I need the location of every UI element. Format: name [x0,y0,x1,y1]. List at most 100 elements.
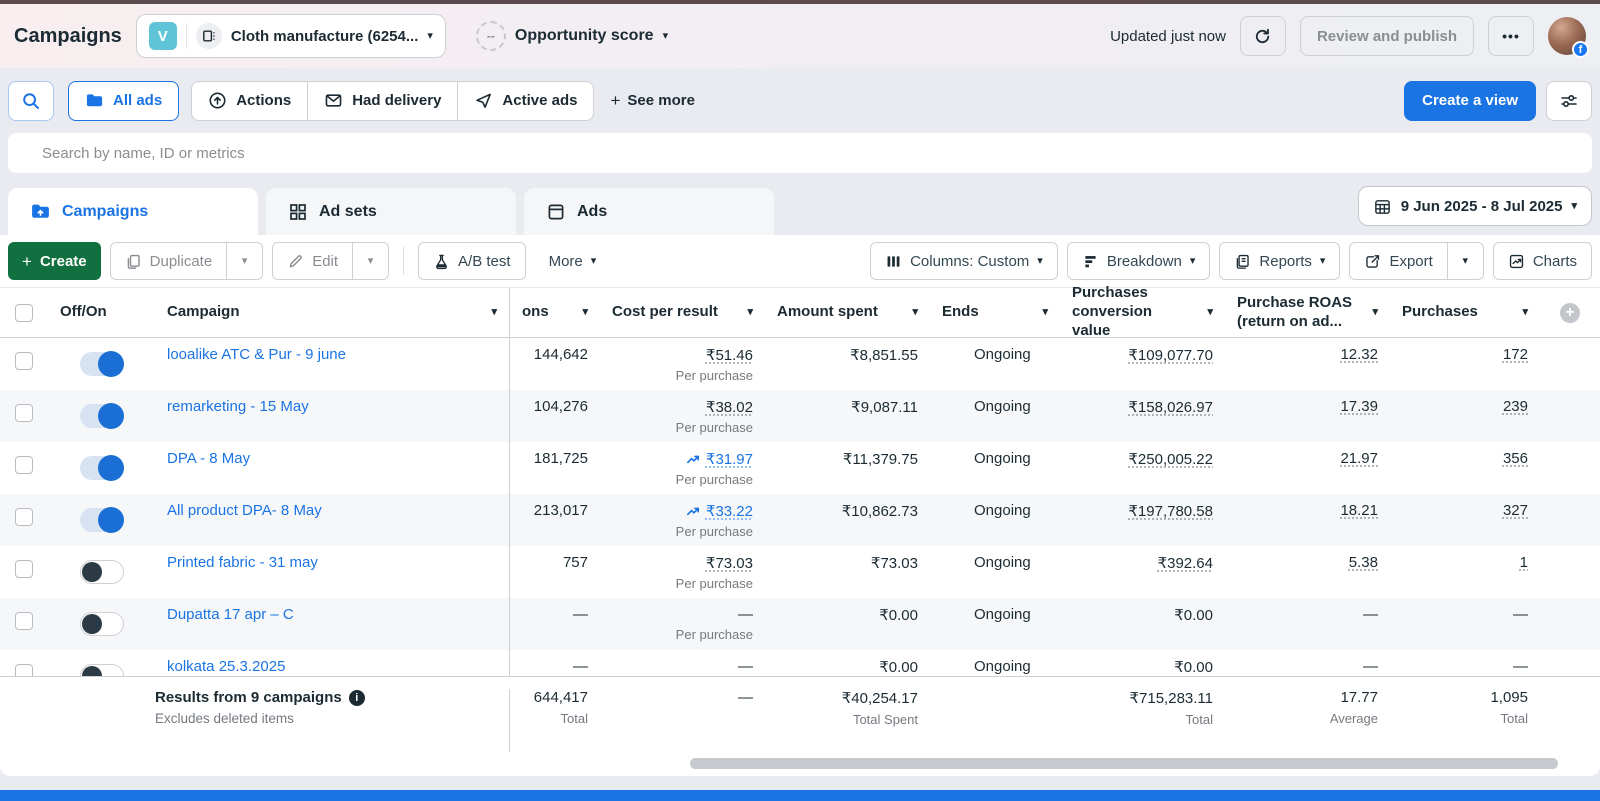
duplicate-caret-button[interactable]: ▾ [227,242,263,280]
ad-account-name: Cloth manufacture (6254... [231,28,419,45]
grid-icon [288,202,308,222]
export-caret-button[interactable]: ▾ [1448,242,1484,280]
see-more-filters[interactable]: + See more [610,92,694,109]
campaign-link[interactable]: looalike ATC & Pur - 9 june [167,346,346,363]
chevron-down-icon: ▾ [741,307,753,318]
campaign-toggle[interactable] [80,612,124,636]
edit-caret-button[interactable]: ▾ [353,242,389,280]
column-header-purchases[interactable]: Purchases ▾ [1390,288,1540,337]
table-toolbar: + Create Duplicate ▾ Edit ▾ [0,235,1600,287]
columns-icon [885,253,902,270]
campaign-link[interactable]: remarketing - 15 May [167,398,309,415]
tab-ad-sets[interactable]: Ad sets [266,188,516,235]
ad-account-selector[interactable]: V Cloth manufacture (6254... ▾ [136,14,446,58]
row-checkbox[interactable] [15,456,33,474]
paper-plane-icon [474,91,493,110]
more-button[interactable]: More ▾ [535,242,611,280]
campaign-toggle[interactable] [80,664,124,676]
reports-button[interactable]: Reports ▾ [1219,242,1340,280]
chevron-down-icon: ▾ [591,256,597,267]
campaign-toggle[interactable] [80,560,124,584]
row-checkbox[interactable] [15,560,33,578]
review-and-publish-button[interactable]: Review and publish [1300,16,1474,56]
campaign-toggle[interactable] [80,404,124,428]
column-header-cost-per-result[interactable]: Cost per result ▾ [600,288,765,337]
search-filter-button[interactable] [8,81,54,121]
export-button[interactable]: Export [1349,242,1447,280]
add-column-button[interactable]: + [1560,303,1580,323]
column-header-campaign[interactable]: Campaign ▾ [155,288,510,337]
business-badge: V [149,22,177,50]
filter-group: Actions Had delivery Active ads [191,81,594,121]
columns-button[interactable]: Columns: Custom ▾ [870,242,1058,280]
edit-button[interactable]: Edit [272,242,353,280]
campaign-link[interactable]: All product DPA- 8 May [167,502,322,519]
trend-up-icon [686,452,701,467]
chevron-down-icon: ▾ [1463,256,1469,267]
folder-icon [85,91,104,110]
column-header-ends[interactable]: Ends ▾ [930,288,1060,337]
tab-ads[interactable]: Ads [524,188,774,235]
chevron-down-icon: ▾ [906,307,918,318]
sliders-icon [1559,91,1579,111]
filter-had-delivery[interactable]: Had delivery [307,81,458,121]
column-header-conversion-value[interactable]: Purchases conversion value ▾ [1060,288,1225,337]
chevron-down-icon: ▾ [368,256,374,267]
column-header-purchase-roas[interactable]: Purchase ROAS (return on ad... ▾ [1225,288,1390,337]
search-icon [21,91,41,111]
table-row: All product DPA- 8 May 213,017 ₹33.22 Pe… [0,494,1600,546]
column-header-results[interactable]: ons ▾ [510,288,600,337]
row-checkbox[interactable] [15,404,33,422]
chevron-down-icon: ▾ [1571,201,1577,212]
filter-active-ads[interactable]: Active ads [457,81,594,121]
create-a-view-button[interactable]: Create a view [1404,81,1536,121]
table-row: looalike ATC & Pur - 9 june 144,642 ₹51.… [0,338,1600,390]
select-all-checkbox[interactable] [15,304,33,322]
campaign-link[interactable]: kolkata 25.3.2025 [167,658,285,675]
campaign-toggle[interactable] [80,352,124,376]
horizontal-scrollbar-thumb[interactable] [690,758,1558,769]
chevron-down-icon: ▾ [1036,307,1048,318]
opportunity-score-selector[interactable]: -- Opportunity score ▾ [476,21,668,51]
filter-actions[interactable]: Actions [191,81,308,121]
ellipsis-icon: ••• [1502,28,1520,44]
trend-up-icon [686,504,701,519]
filter-bar: All ads Actions Had delivery Active ads … [0,68,1600,133]
refresh-button[interactable] [1240,16,1286,56]
info-icon[interactable]: i [349,690,365,706]
charts-button[interactable]: Charts [1493,242,1592,280]
campaign-link[interactable]: Printed fabric - 31 may [167,554,318,571]
more-options-button[interactable]: ••• [1488,16,1534,56]
search-input[interactable] [8,133,1592,173]
row-checkbox[interactable] [15,664,33,676]
page-title: Campaigns [14,25,122,48]
campaign-toggle[interactable] [80,508,124,532]
filter-all-ads[interactable]: All ads [68,81,179,121]
date-range-selector[interactable]: 9 Jun 2025 - 8 Jul 2025 ▾ [1358,186,1592,226]
row-checkbox[interactable] [15,612,33,630]
breakdown-button[interactable]: Breakdown ▾ [1067,242,1211,280]
bottom-taskbar-edge [0,790,1600,801]
campaign-toggle[interactable] [80,456,124,480]
user-avatar[interactable]: f [1548,17,1586,55]
view-settings-button[interactable] [1546,81,1592,121]
row-checkbox[interactable] [15,352,33,370]
table-row: remarketing - 15 May 104,276 ₹38.02Per p… [0,390,1600,442]
horizontal-scrollbar [0,758,1600,770]
chevron-down-icon: ▾ [1320,256,1326,267]
breakdown-icon [1082,253,1099,270]
duplicate-button[interactable]: Duplicate [110,242,228,280]
tab-campaigns[interactable]: Campaigns [8,188,258,235]
column-header-amount-spent[interactable]: Amount spent ▾ [765,288,930,337]
table-row: Printed fabric - 31 may 757 ₹73.03Per pu… [0,546,1600,598]
ab-test-button[interactable]: A/B test [418,242,526,280]
refresh-icon [1253,27,1272,46]
date-range-text: 9 Jun 2025 - 8 Jul 2025 [1401,198,1563,215]
level-tabs: Campaigns Ad sets Ads 9 Jun 2025 - 8 Jul… [0,173,1600,235]
column-header-add: + [1540,288,1600,337]
campaign-link[interactable]: DPA - 8 May [167,450,250,467]
create-button[interactable]: + Create [8,242,101,280]
row-checkbox[interactable] [15,508,33,526]
export-icon [1364,253,1381,270]
campaign-link[interactable]: Dupatta 17 apr – C [167,606,294,623]
